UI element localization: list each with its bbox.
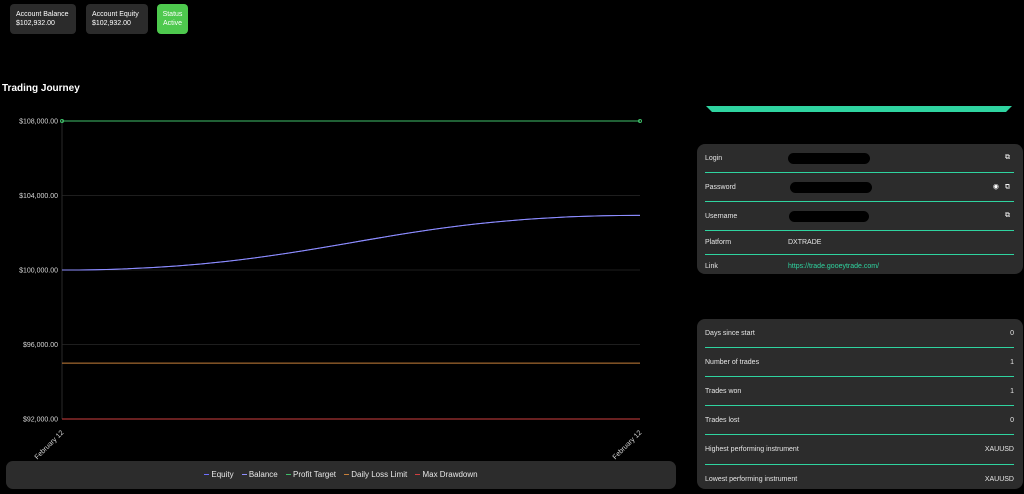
eye-icon[interactable]: ◉ xyxy=(993,184,999,191)
x-tick-label: February 12 xyxy=(34,429,66,460)
chart-grid xyxy=(61,120,640,420)
account-balance-value: $102,932.00 xyxy=(16,20,55,27)
legend-swatch xyxy=(415,474,421,476)
platform-row: Platform DXTRADE xyxy=(705,231,1014,255)
copy-icon[interactable]: ⧉ xyxy=(1005,154,1010,161)
x-axis: February 12 February 12 xyxy=(34,429,644,460)
password-row: Password ◉ ⧉ xyxy=(705,173,1014,202)
stat-value: XAUUSD xyxy=(984,476,1014,483)
legend-item-max-drawdown[interactable]: Max Drawdown xyxy=(415,470,478,479)
chart-legend: Equity Balance Profit Target Daily Loss … xyxy=(6,461,676,489)
stat-value: 0 xyxy=(1010,329,1014,337)
stat-row: Highest performing instrument XAUUSD xyxy=(705,435,1014,465)
stat-value: 1 xyxy=(1010,387,1014,395)
trading-journey-chart: $108,000.00 $104,000.00 $100,000.00 $96,000… xyxy=(19,119,644,461)
section-title: Trading Journey xyxy=(2,83,80,94)
legend-item-equity[interactable]: Equity xyxy=(204,470,234,479)
legend-swatch xyxy=(344,474,350,476)
y-tick-label: $92,000.00 xyxy=(23,417,58,424)
legend-swatch xyxy=(241,474,247,476)
login-row: Login ⧉ xyxy=(705,144,1014,173)
password-label: Password xyxy=(705,183,736,191)
y-tick-label: $96,000.00 xyxy=(23,342,58,349)
stat-row: Trades won 1 xyxy=(705,377,1014,406)
status-badge: Status Active xyxy=(157,4,188,34)
legend-label: Profit Target xyxy=(293,470,336,479)
status-label: Status xyxy=(162,11,183,18)
stat-label: Days since start xyxy=(705,329,755,337)
platform-value: DXTRADE xyxy=(788,239,822,246)
stat-label: Trades won xyxy=(705,387,742,395)
copy-icon[interactable]: ⧉ xyxy=(1005,184,1010,191)
stat-value: 0 xyxy=(1010,416,1014,424)
stat-row: Lowest performing instrument XAUUSD xyxy=(705,465,1014,494)
username-row: Username ⧉ xyxy=(705,202,1014,231)
legend-label: Balance xyxy=(248,470,278,479)
legend-item-daily-loss-limit[interactable]: Daily Loss Limit xyxy=(344,470,407,479)
copy-icon[interactable]: ⧉ xyxy=(1005,212,1010,219)
stat-row: Trades lost 0 xyxy=(705,406,1014,435)
link-row: Link https://trade.gooeytrade.com/ xyxy=(705,255,1014,278)
legend-item-profit-target[interactable]: Profit Target xyxy=(286,470,336,479)
legend-label: Max Drawdown xyxy=(422,470,478,479)
stats-panel: Days since start 0 Number of trades 1 Tr… xyxy=(697,319,1023,489)
platform-label: Platform xyxy=(705,239,732,246)
stat-row: Number of trades 1 xyxy=(705,348,1014,377)
stat-label: Trades lost xyxy=(705,416,740,424)
platform-link[interactable]: https://trade.gooeytrade.com/ xyxy=(788,263,879,270)
login-label: Login xyxy=(705,154,723,162)
login-masked-value xyxy=(788,152,870,164)
account-balance-label: Account Balance xyxy=(16,11,69,18)
account-equity-label: Account Equity xyxy=(92,11,139,18)
y-tick-label: $108,000.00 xyxy=(19,119,58,126)
y-tick-label: $104,000.00 xyxy=(19,193,58,200)
status-value: Active xyxy=(162,20,183,27)
series-line-balance xyxy=(61,214,641,271)
stat-label: Number of trades xyxy=(705,358,760,366)
password-masked-value xyxy=(790,181,872,193)
link-label: Link xyxy=(705,263,718,270)
y-axis: $108,000.00 $104,000.00 $100,000.00 $96,000… xyxy=(19,119,58,424)
chart-series xyxy=(60,119,642,420)
username-masked-value xyxy=(789,210,869,222)
legend-label: Equity xyxy=(211,470,234,479)
legend-swatch xyxy=(204,474,210,476)
stat-value: 1 xyxy=(1010,358,1014,366)
legend-label: Daily Loss Limit xyxy=(351,470,408,479)
account-equity-value: $102,932.00 xyxy=(92,20,131,27)
account-balance-card: Account Balance $102,932.00 xyxy=(10,4,76,34)
y-tick-label: $100,000.00 xyxy=(19,268,58,275)
stat-value: XAUUSD xyxy=(984,446,1014,453)
account-equity-card: Account Equity $102,932.00 xyxy=(86,4,148,34)
stat-label: Lowest performing instrument xyxy=(705,476,798,483)
legend-swatch xyxy=(286,474,291,476)
x-tick-label: February 12 xyxy=(612,429,644,460)
accent-bar xyxy=(706,106,1012,112)
stat-row: Days since start 0 xyxy=(705,319,1014,348)
credentials-panel: Login ⧉ Password ◉ ⧉ Username ⧉ Platform … xyxy=(697,144,1023,274)
legend-item-balance[interactable]: Balance xyxy=(241,470,278,479)
stat-label: Highest performing instrument xyxy=(705,446,799,453)
username-label: Username xyxy=(705,212,738,220)
